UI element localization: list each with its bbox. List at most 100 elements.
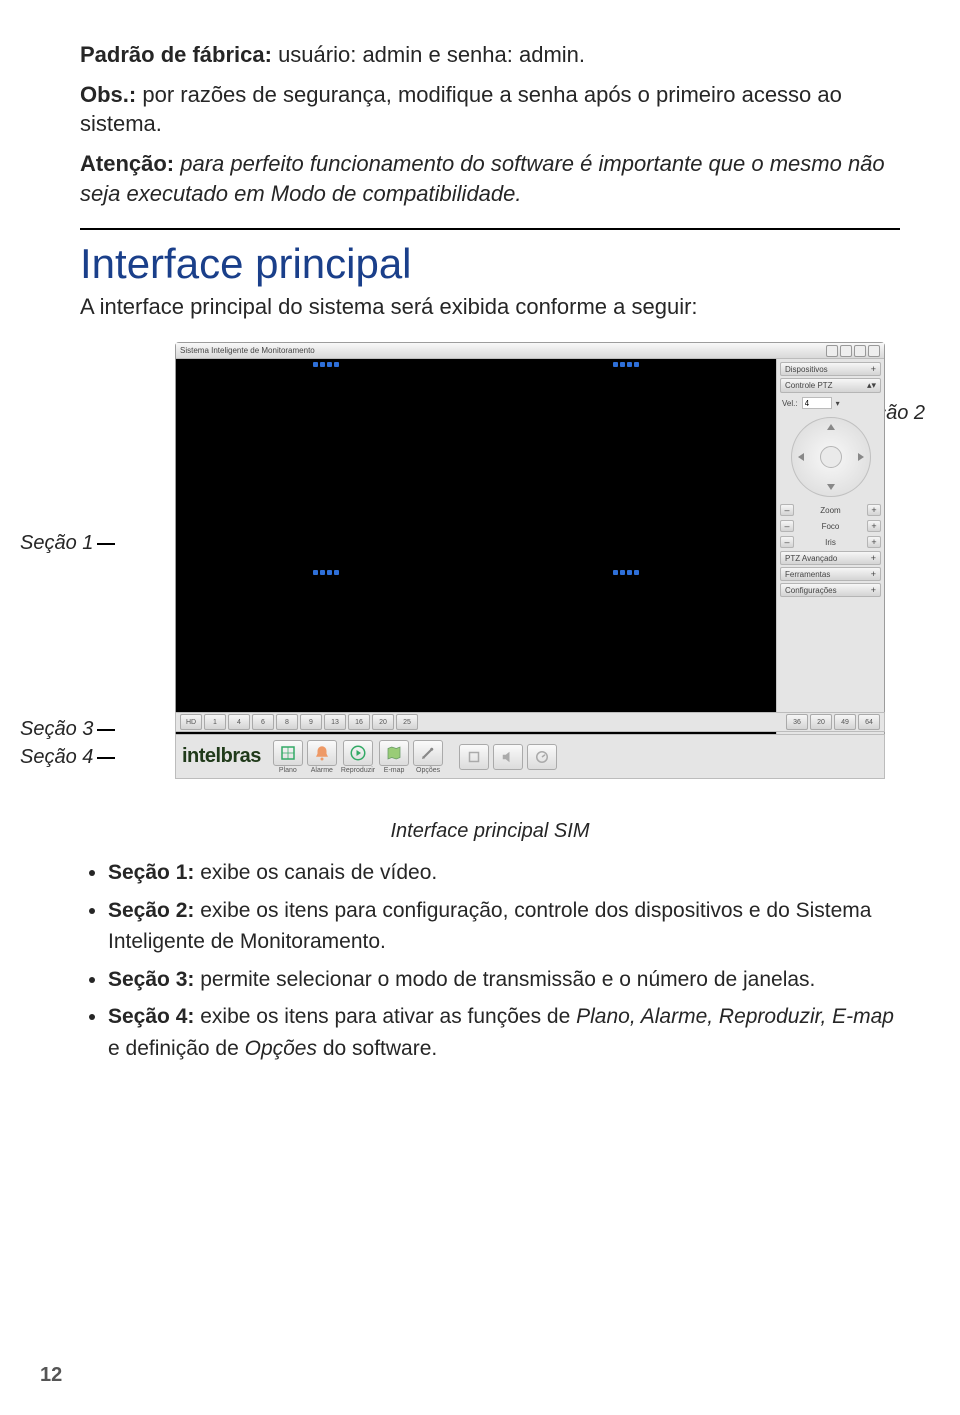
factory-label: Padrão de fábrica: — [80, 42, 272, 67]
close-icon[interactable] — [868, 345, 880, 357]
plus-icon: + — [871, 553, 876, 563]
tool-label: Reproduzir — [341, 767, 375, 774]
panel-ferramentas[interactable]: Ferramentas+ — [780, 567, 881, 581]
obs-line: Obs.: por razões de segurança, modifique… — [80, 80, 900, 139]
volume-icon — [499, 748, 517, 766]
layout-button-8[interactable]: 8 — [276, 714, 298, 730]
arrow-right-icon[interactable] — [858, 453, 864, 461]
video-cell[interactable] — [177, 360, 476, 567]
layout-button-64[interactable]: 64 — [858, 714, 880, 730]
layout-button-HD[interactable]: HD — [180, 714, 202, 730]
layout-button-6[interactable]: 6 — [252, 714, 274, 730]
layout-button-20[interactable]: 20 — [372, 714, 394, 730]
plus-icon: + — [871, 585, 876, 595]
iris-row: – Iris + — [780, 535, 881, 549]
iris-out-button[interactable]: – — [780, 536, 794, 548]
extra-tool-b[interactable] — [493, 744, 523, 770]
layout-button-9[interactable]: 9 — [300, 714, 322, 730]
layout-button-49[interactable]: 49 — [834, 714, 856, 730]
ptz-velocity-row: Vel.: ▾ — [780, 395, 881, 411]
brand-logo: intelbras — [182, 745, 261, 768]
panel-controle-ptz[interactable]: Controle PTZ▴▾ — [780, 378, 881, 393]
options-icon — [419, 744, 437, 762]
bottom-bars: HD146891316202536204964 intelbras Plano … — [175, 712, 885, 779]
layout-button-36[interactable]: 36 — [786, 714, 808, 730]
panel-dispositivos[interactable]: Dispositivos+ — [780, 362, 881, 376]
extra-tool-a[interactable] — [459, 744, 489, 770]
ptz-center-icon[interactable] — [820, 446, 842, 468]
tool-reproduzir[interactable]: Reproduzir — [341, 740, 375, 774]
focus-label: Foco — [798, 522, 863, 531]
vel-input[interactable] — [802, 397, 832, 409]
list-item: Seção 3: permite selecionar o modo de tr… — [108, 964, 900, 996]
play-icon — [349, 744, 367, 762]
bullet-list: Seção 1: exibe os canais de vídeo. Seção… — [80, 857, 900, 1064]
tool-label: E-map — [384, 767, 405, 774]
focus-out-button[interactable]: – — [780, 520, 794, 532]
list-item: Seção 2: exibe os itens para configuraçã… — [108, 895, 900, 958]
tool-plano[interactable]: Plano — [273, 740, 303, 774]
layout-button-25[interactable]: 25 — [396, 714, 418, 730]
focus-in-button[interactable]: + — [867, 520, 881, 532]
callout-secao-4: Seção 4 — [20, 746, 119, 769]
callout-secao-3: Seção 3 — [20, 718, 119, 741]
obs-text: por razões de segurança, modifique a sen… — [80, 82, 842, 137]
section-divider — [80, 228, 900, 230]
layout-button-4[interactable]: 4 — [228, 714, 250, 730]
tool-label: Plano — [279, 767, 297, 774]
stepper-icon[interactable]: ▾ — [836, 399, 840, 408]
dial-icon — [533, 748, 551, 766]
layout-button-13[interactable]: 13 — [324, 714, 346, 730]
toolbar-bar: intelbras Plano Alarme Reproduzir — [175, 734, 885, 779]
arrow-down-icon[interactable] — [827, 484, 835, 490]
minimize-icon[interactable] — [826, 345, 838, 357]
video-cell[interactable] — [477, 360, 776, 567]
restore-icon[interactable] — [854, 345, 866, 357]
vel-label: Vel.: — [782, 399, 798, 408]
figure-wrapper: Seção 1 Seção 3 Seção 4 Seção 2 Sistema … — [80, 342, 900, 812]
tool-label: Opções — [416, 767, 440, 774]
panel-configuracoes[interactable]: Configurações+ — [780, 583, 881, 597]
tool-emap[interactable]: E-map — [379, 740, 409, 774]
attention-label: Atenção: — [80, 151, 174, 176]
attention-text: para perfeito funcionamento do software … — [80, 151, 885, 206]
maximize-icon[interactable] — [840, 345, 852, 357]
attention-line: Atenção: para perfeito funcionamento do … — [80, 149, 900, 208]
plus-icon: + — [871, 364, 876, 374]
ptz-direction-pad[interactable] — [791, 417, 871, 497]
layout-selector-bar: HD146891316202536204964 — [175, 712, 885, 732]
zoom-label: Zoom — [798, 506, 863, 515]
focus-row: – Foco + — [780, 519, 881, 533]
layout-button-20[interactable]: 20 — [810, 714, 832, 730]
plan-icon — [279, 744, 297, 762]
factory-text: usuário: admin e senha: admin. — [272, 42, 585, 67]
factory-default-line: Padrão de fábrica: usuário: admin e senh… — [80, 40, 900, 70]
zoom-row: – Zoom + — [780, 503, 881, 517]
extra-tool-c[interactable] — [527, 744, 557, 770]
alarm-icon — [313, 744, 331, 762]
callout-secao-1: Seção 1 — [20, 532, 119, 555]
figure-caption: Interface principal SIM — [80, 820, 900, 843]
tool-opcoes[interactable]: Opções — [413, 740, 443, 774]
heading-interface-principal: Interface principal — [80, 240, 900, 288]
tool-label: Alarme — [311, 767, 333, 774]
app-titlebar: Sistema Inteligente de Monitoramento — [176, 343, 884, 359]
collapse-icon: ▴▾ — [867, 380, 876, 391]
window-controls — [826, 345, 880, 357]
tool-alarme[interactable]: Alarme — [307, 740, 337, 774]
list-item: Seção 1: exibe os canais de vídeo. — [108, 857, 900, 889]
arrow-up-icon[interactable] — [827, 424, 835, 430]
layout-button-16[interactable]: 16 — [348, 714, 370, 730]
plus-icon: + — [871, 569, 876, 579]
arrow-left-icon[interactable] — [798, 453, 804, 461]
layout-button-1[interactable]: 1 — [204, 714, 226, 730]
obs-label: Obs.: — [80, 82, 136, 107]
list-item: Seção 4: exibe os itens para ativar as f… — [108, 1001, 900, 1064]
zoom-out-button[interactable]: – — [780, 504, 794, 516]
callouts-left: Seção 1 Seção 3 Seção 4 — [20, 342, 170, 812]
panel-ptz-avancado[interactable]: PTZ Avançado+ — [780, 551, 881, 565]
zoom-in-button[interactable]: + — [867, 504, 881, 516]
intro-text: A interface principal do sistema será ex… — [80, 292, 900, 322]
iris-in-button[interactable]: + — [867, 536, 881, 548]
square-icon — [465, 748, 483, 766]
